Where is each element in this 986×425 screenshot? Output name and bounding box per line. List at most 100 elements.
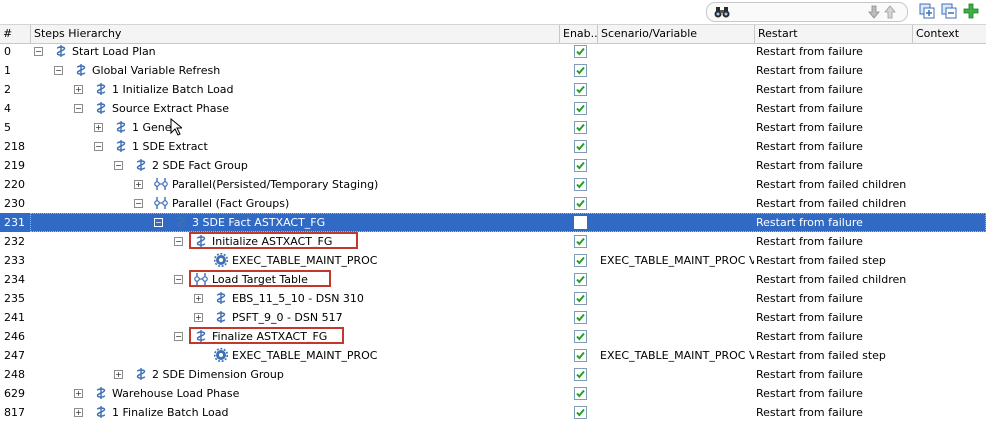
step-label[interactable]: Parallel (Fact Groups) <box>172 194 289 213</box>
table-row[interactable]: 248 +2 SDE Dimension Group Restart from fa… <box>0 365 986 384</box>
binoculars-icon[interactable] <box>713 3 731 21</box>
enabled-checkbox[interactable] <box>574 159 587 172</box>
expand-toggle-icon[interactable]: + <box>94 123 103 132</box>
restart-cell[interactable]: Restart from failure <box>756 308 912 327</box>
restart-cell[interactable]: Restart from failure <box>756 118 912 137</box>
table-row[interactable]: 5 +1 Gener Restart from failure <box>0 118 986 137</box>
expand-toggle-icon[interactable]: + <box>74 408 83 417</box>
enabled-checkbox[interactable] <box>574 311 587 324</box>
scenario-variable-cell[interactable] <box>600 308 754 327</box>
collapse-all-icon[interactable] <box>940 2 958 20</box>
collapse-toggle-icon[interactable]: − <box>114 161 123 170</box>
scenario-variable-cell[interactable] <box>600 365 754 384</box>
table-row[interactable]: 0 − Start Load Plan Restart from failure <box>0 42 986 61</box>
enabled-checkbox[interactable] <box>574 121 587 134</box>
table-row[interactable]: 233 EXEC_TABLE_MAINT_PROC EXEC_TABLE_MAINT… <box>0 251 986 270</box>
enabled-checkbox[interactable] <box>574 292 587 305</box>
scenario-variable-cell[interactable] <box>600 156 754 175</box>
scenario-variable-cell[interactable] <box>600 42 754 61</box>
collapse-toggle-icon[interactable]: − <box>154 218 163 227</box>
step-label[interactable]: 1 SDE Extract <box>132 137 208 156</box>
collapse-toggle-icon[interactable]: − <box>74 104 83 113</box>
column-header-context[interactable]: Context <box>913 25 986 43</box>
collapse-toggle-icon[interactable]: − <box>174 332 183 341</box>
table-row[interactable]: 817 +1 Finalize Batch Load Restart from fa… <box>0 403 986 422</box>
table-row[interactable]: 1 − Global Variable Refresh Restart from fa… <box>0 61 986 80</box>
expand-toggle-icon[interactable]: + <box>74 389 83 398</box>
restart-cell[interactable]: Restart from failure <box>756 137 912 156</box>
restart-cell[interactable]: Restart from failed step <box>756 346 912 365</box>
step-label[interactable]: EBS_11_5_10 - DSN 310 <box>232 289 364 308</box>
expand-toggle-icon[interactable]: + <box>74 85 83 94</box>
restart-cell[interactable]: Restart from failure <box>756 61 912 80</box>
table-row[interactable]: 218 − 1 SDE Extract Restart from failure <box>0 137 986 156</box>
enabled-checkbox[interactable] <box>574 368 587 381</box>
restart-cell[interactable]: Restart from failed children <box>756 194 912 213</box>
scenario-variable-cell[interactable] <box>600 99 754 118</box>
enabled-checkbox[interactable] <box>574 45 587 58</box>
enabled-checkbox[interactable] <box>574 197 587 210</box>
restart-cell[interactable]: Restart from failed children <box>756 175 912 194</box>
enabled-checkbox[interactable] <box>574 64 587 77</box>
table-row[interactable]: 241 + PSFT_9_0 - DSN 517 Restart from failu… <box>0 308 986 327</box>
enabled-checkbox[interactable] <box>574 349 587 362</box>
collapse-toggle-icon[interactable]: − <box>174 237 183 246</box>
scenario-variable-cell[interactable]: EXEC_TABLE_MAINT_PROC V... <box>600 346 754 365</box>
table-row[interactable]: 232− Initialize ASTXACT_FG Restart from fa… <box>0 232 986 251</box>
scenario-variable-cell[interactable] <box>600 403 754 422</box>
step-label[interactable]: Parallel(Persisted/Temporary Staging) <box>172 175 378 194</box>
step-label[interactable]: 2 SDE Dimension Group <box>152 365 284 384</box>
column-header-enabled[interactable]: Enab... <box>560 25 598 43</box>
enabled-checkbox[interactable] <box>574 406 587 419</box>
table-row[interactable]: 246− Finalize ASTXACT_FG Restart from fail… <box>0 327 986 346</box>
step-label[interactable]: 1 Initialize Batch Load <box>112 80 234 99</box>
expand-toggle-icon[interactable]: + <box>194 294 203 303</box>
table-row[interactable]: 2 +1 Initialize Batch Load Restart from fa… <box>0 80 986 99</box>
enabled-checkbox[interactable] <box>574 140 587 153</box>
restart-cell[interactable]: Restart from failure <box>756 156 912 175</box>
table-row[interactable]: 629 + Warehouse Load Phase Restart from fai… <box>0 384 986 403</box>
scenario-variable-cell[interactable] <box>600 327 754 346</box>
collapse-toggle-icon[interactable]: − <box>54 66 63 75</box>
column-header-number[interactable]: # <box>0 25 31 43</box>
scenario-variable-cell[interactable] <box>600 270 754 289</box>
enabled-checkbox[interactable] <box>574 178 587 191</box>
enabled-checkbox[interactable] <box>574 216 587 229</box>
restart-cell[interactable]: Restart from failure <box>756 365 912 384</box>
table-row[interactable]: 220 + Parallel(Persisted/Temporary Staging… <box>0 175 986 194</box>
column-header-restart[interactable]: Restart <box>755 25 913 43</box>
step-label[interactable]: PSFT_9_0 - DSN 517 <box>232 308 343 327</box>
scenario-variable-cell[interactable] <box>600 194 754 213</box>
collapse-toggle-icon[interactable]: − <box>134 199 143 208</box>
add-step-icon[interactable] <box>962 2 980 20</box>
step-label[interactable]: 1 Finalize Batch Load <box>112 403 228 422</box>
scenario-variable-cell[interactable] <box>600 175 754 194</box>
step-label[interactable]: 3 SDE Fact ASTXACT_FG <box>192 213 325 232</box>
arrow-up-icon[interactable] <box>881 3 899 21</box>
table-row[interactable]: 231 − 3 SDE Fact ASTXACT_FG Restart from fa… <box>0 213 986 232</box>
step-label[interactable]: 2 SDE Fact Group <box>152 156 248 175</box>
restart-cell[interactable]: Restart from failed children <box>756 270 912 289</box>
table-row[interactable]: 230 − Parallel (Fact Groups) Restart from f… <box>0 194 986 213</box>
restart-cell[interactable]: Restart from failure <box>756 232 912 251</box>
step-label[interactable]: Source Extract Phase <box>112 99 229 118</box>
scenario-variable-cell[interactable] <box>600 384 754 403</box>
collapse-toggle-icon[interactable]: − <box>34 47 43 56</box>
scenario-variable-cell[interactable] <box>600 213 754 232</box>
expand-toggle-icon[interactable]: + <box>114 370 123 379</box>
step-label[interactable]: EXEC_TABLE_MAINT_PROC <box>232 346 377 365</box>
restart-cell[interactable]: Restart from failure <box>756 384 912 403</box>
step-label[interactable]: Start Load Plan <box>72 42 156 61</box>
restart-cell[interactable]: Restart from failure <box>756 42 912 61</box>
restart-cell[interactable]: Restart from failure <box>756 99 912 118</box>
table-row[interactable]: 219 − 2 SDE Fact Group Restart from failure <box>0 156 986 175</box>
restart-cell[interactable]: Restart from failure <box>756 403 912 422</box>
column-header-steps-hierarchy[interactable]: Steps Hierarchy <box>31 25 560 43</box>
expand-toggle-icon[interactable]: + <box>194 313 203 322</box>
restart-cell[interactable]: Restart from failure <box>756 289 912 308</box>
scenario-variable-cell[interactable] <box>600 61 754 80</box>
enabled-checkbox[interactable] <box>574 330 587 343</box>
enabled-checkbox[interactable] <box>574 102 587 115</box>
table-row[interactable]: 4 − Source Extract Phase Restart from failu… <box>0 99 986 118</box>
restart-cell[interactable]: Restart from failure <box>756 213 912 232</box>
